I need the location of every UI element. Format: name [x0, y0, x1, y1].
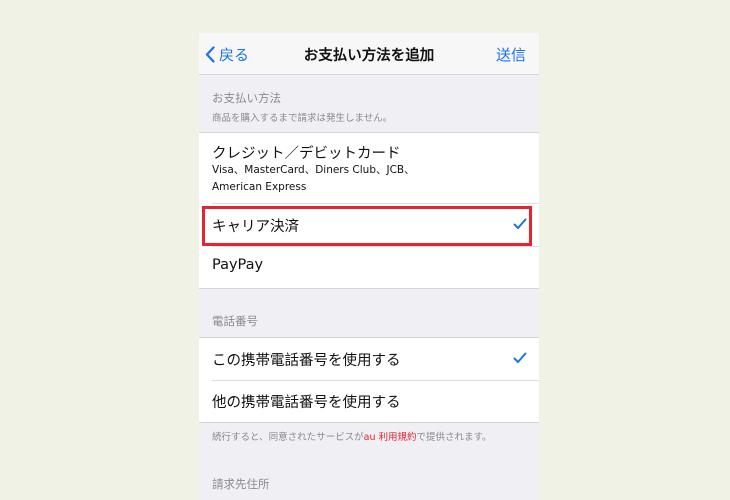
- credit-card-label: クレジット／デビットカード: [212, 146, 401, 162]
- payment-option-paypay[interactable]: PayPay: [199, 247, 539, 287]
- this-phone-label: この携帯電話番号を使用する: [212, 353, 401, 369]
- send-button[interactable]: 送信: [496, 44, 526, 65]
- payment-option-credit-card[interactable]: クレジット／デビットカード Visa、MasterCard、Diners Clu…: [199, 133, 539, 203]
- navigation-bar: 戻る お支払い方法を追加 送信: [199, 33, 539, 75]
- other-phone-label: 他の携帯電話番号を使用する: [212, 395, 401, 411]
- terms-link[interactable]: au 利用規約: [364, 432, 417, 443]
- payment-section-subheader: 商品を購入するまで請求は発生しません。: [212, 113, 393, 124]
- phone-number-options-group: この携帯電話番号を使用する 他の携帯電話番号を使用する: [199, 337, 539, 423]
- phone-option-this-phone[interactable]: この携帯電話番号を使用する: [199, 338, 539, 380]
- terms-note-prefix: 続行すると、同意されたサービスが: [212, 432, 364, 443]
- payment-section-header: お支払い方法: [212, 91, 281, 105]
- phone-number-section-header: 電話番号: [212, 314, 258, 328]
- billing-address-section-header: 請求先住所: [212, 477, 270, 491]
- highlight-box: [202, 206, 532, 246]
- terms-note-suffix: で提供されます。: [416, 432, 492, 443]
- paypay-label: PayPay: [212, 257, 264, 273]
- checkmark-icon: [513, 352, 527, 363]
- credit-card-brands-line2: American Express: [212, 181, 307, 193]
- phone-screen: 戻る お支払い方法を追加 送信 お支払い方法 商品を購入するまで請求は発生しませ…: [199, 33, 539, 500]
- credit-card-brands-line1: Visa、MasterCard、Diners Club、JCB、: [212, 164, 415, 176]
- page-title: お支払い方法を追加: [303, 48, 435, 64]
- terms-note: 続行すると、同意されたサービスがau 利用規約で提供されます。: [212, 429, 492, 443]
- phone-option-other-phone[interactable]: 他の携帯電話番号を使用する: [199, 381, 539, 421]
